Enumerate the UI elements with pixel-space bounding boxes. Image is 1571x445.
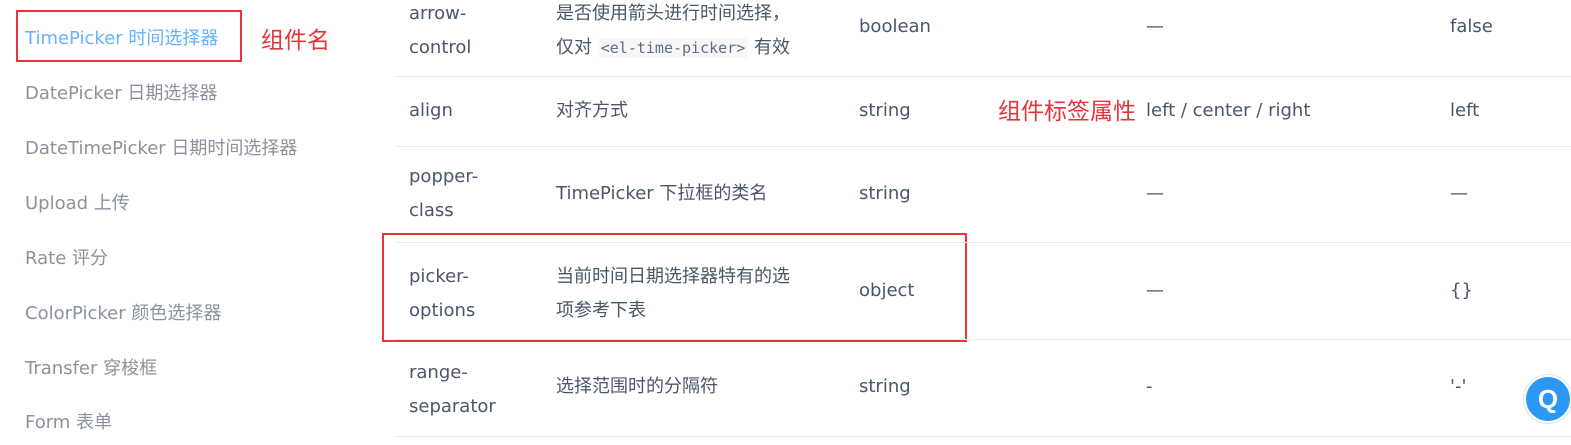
row-divider (395, 339, 1571, 340)
param-type: boolean (859, 16, 931, 37)
param-type: string (859, 100, 911, 121)
sidebar-item-datetimepicker[interactable]: DateTimePicker 日期时间选择器 (25, 134, 297, 160)
param-options: — (1146, 16, 1164, 37)
row-divider (395, 146, 1571, 147)
param-default: — (1450, 183, 1468, 204)
param-name: picker- options (409, 266, 476, 321)
sidebar-item-form[interactable]: Form 表单 (25, 408, 112, 434)
param-options: — (1146, 280, 1164, 301)
param-type: object (859, 280, 915, 301)
sidebar-item-colorpicker[interactable]: ColorPicker 颜色选择器 (25, 299, 221, 325)
param-name: range- separator (409, 362, 496, 417)
param-description: 当前时间日期选择器特有的选 项参考下表 (556, 266, 790, 321)
row-divider (395, 76, 1571, 77)
param-options: - (1146, 376, 1153, 397)
q-icon[interactable]: Q (1524, 375, 1571, 423)
param-default: false (1450, 16, 1493, 37)
sidebar-item-upload[interactable]: Upload 上传 (25, 189, 130, 215)
param-description: 对齐方式 (556, 100, 628, 121)
param-description: TimePicker 下拉框的类名 (556, 183, 768, 204)
tag-attributes-annotation: 组件标签属性 (998, 99, 1136, 125)
param-description: 选择范围时的分隔符 (556, 376, 718, 397)
param-type: string (859, 183, 911, 204)
param-default: left (1450, 100, 1480, 121)
sidebar-item-transfer[interactable]: Transfer 穿梭框 (25, 354, 157, 380)
sidebar-item-rate[interactable]: Rate 评分 (25, 244, 108, 270)
param-default: '-' (1450, 376, 1467, 397)
page: TimePicker 时间选择器 DatePicker 日期选择器 DateTi… (0, 0, 1571, 445)
sidebar-item-datepicker[interactable]: DatePicker 日期选择器 (25, 79, 217, 105)
param-name: arrow- control (409, 3, 472, 58)
sidebar-item-timepicker[interactable]: TimePicker 时间选择器 (25, 24, 218, 50)
param-default: {} (1450, 280, 1473, 301)
param-description: 是否使用箭头进行时间选择， 仅对 <el-time-picker> 有效 (556, 3, 790, 58)
param-name: popper- class (409, 166, 479, 221)
param-options: — (1146, 183, 1164, 204)
row-divider (395, 436, 1571, 437)
param-type: string (859, 376, 911, 397)
component-name-annotation: 组件名 (261, 28, 330, 54)
inline-code: <el-time-picker> (597, 38, 749, 58)
param-options: left / center / right (1146, 100, 1311, 121)
row-divider (395, 242, 1571, 243)
param-name: align (409, 100, 453, 121)
